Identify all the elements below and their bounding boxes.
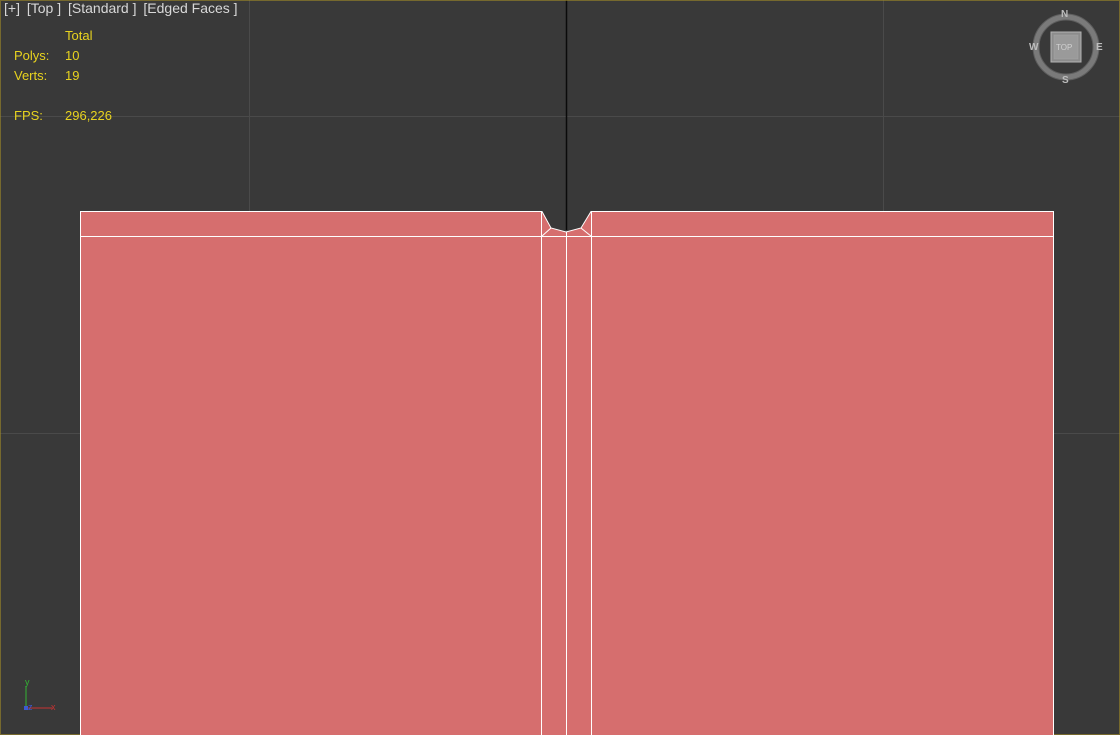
axis-y-label: y <box>25 677 30 687</box>
viewcube-north-label[interactable]: N <box>1061 10 1068 20</box>
stats-polys-label: Polys: <box>14 48 50 63</box>
stats-verts-label: Verts: <box>14 68 48 83</box>
stats-verts-value: 19 <box>65 68 80 83</box>
axis-z-label: z <box>28 702 33 712</box>
stats-polys-value: 10 <box>65 48 80 63</box>
viewport-canvas[interactable] <box>0 0 1120 735</box>
viewcube-west-label[interactable]: W <box>1029 43 1038 53</box>
stats-fps-value: 296,226 <box>65 108 112 123</box>
viewport-label-menu: [+] [Top ] [Standard ] [Edged Faces ] <box>4 0 241 17</box>
viewcube-east-label[interactable]: E <box>1096 43 1103 53</box>
viewport-view-menu[interactable]: [Top ] <box>27 0 64 16</box>
mesh-object[interactable] <box>80 211 1054 735</box>
stats-fps-label: FPS: <box>14 108 43 123</box>
viewcube-top-face[interactable]: TOP <box>1056 43 1072 53</box>
axis-tripod: y x z <box>24 678 60 712</box>
stats-total-header: Total <box>65 28 93 43</box>
viewport-shading-menu[interactable]: [Standard ] <box>68 0 140 16</box>
axis-x-label: x <box>51 702 56 712</box>
top-viewport[interactable]: [+] [Top ] [Standard ] [Edged Faces ] To… <box>0 0 1120 735</box>
viewport-plus-menu[interactable]: [+] <box>4 0 23 16</box>
viewcube[interactable]: N S E W TOP <box>1029 10 1104 86</box>
viewcube-south-label[interactable]: S <box>1062 76 1069 86</box>
viewport-display-menu[interactable]: [Edged Faces ] <box>143 0 240 16</box>
